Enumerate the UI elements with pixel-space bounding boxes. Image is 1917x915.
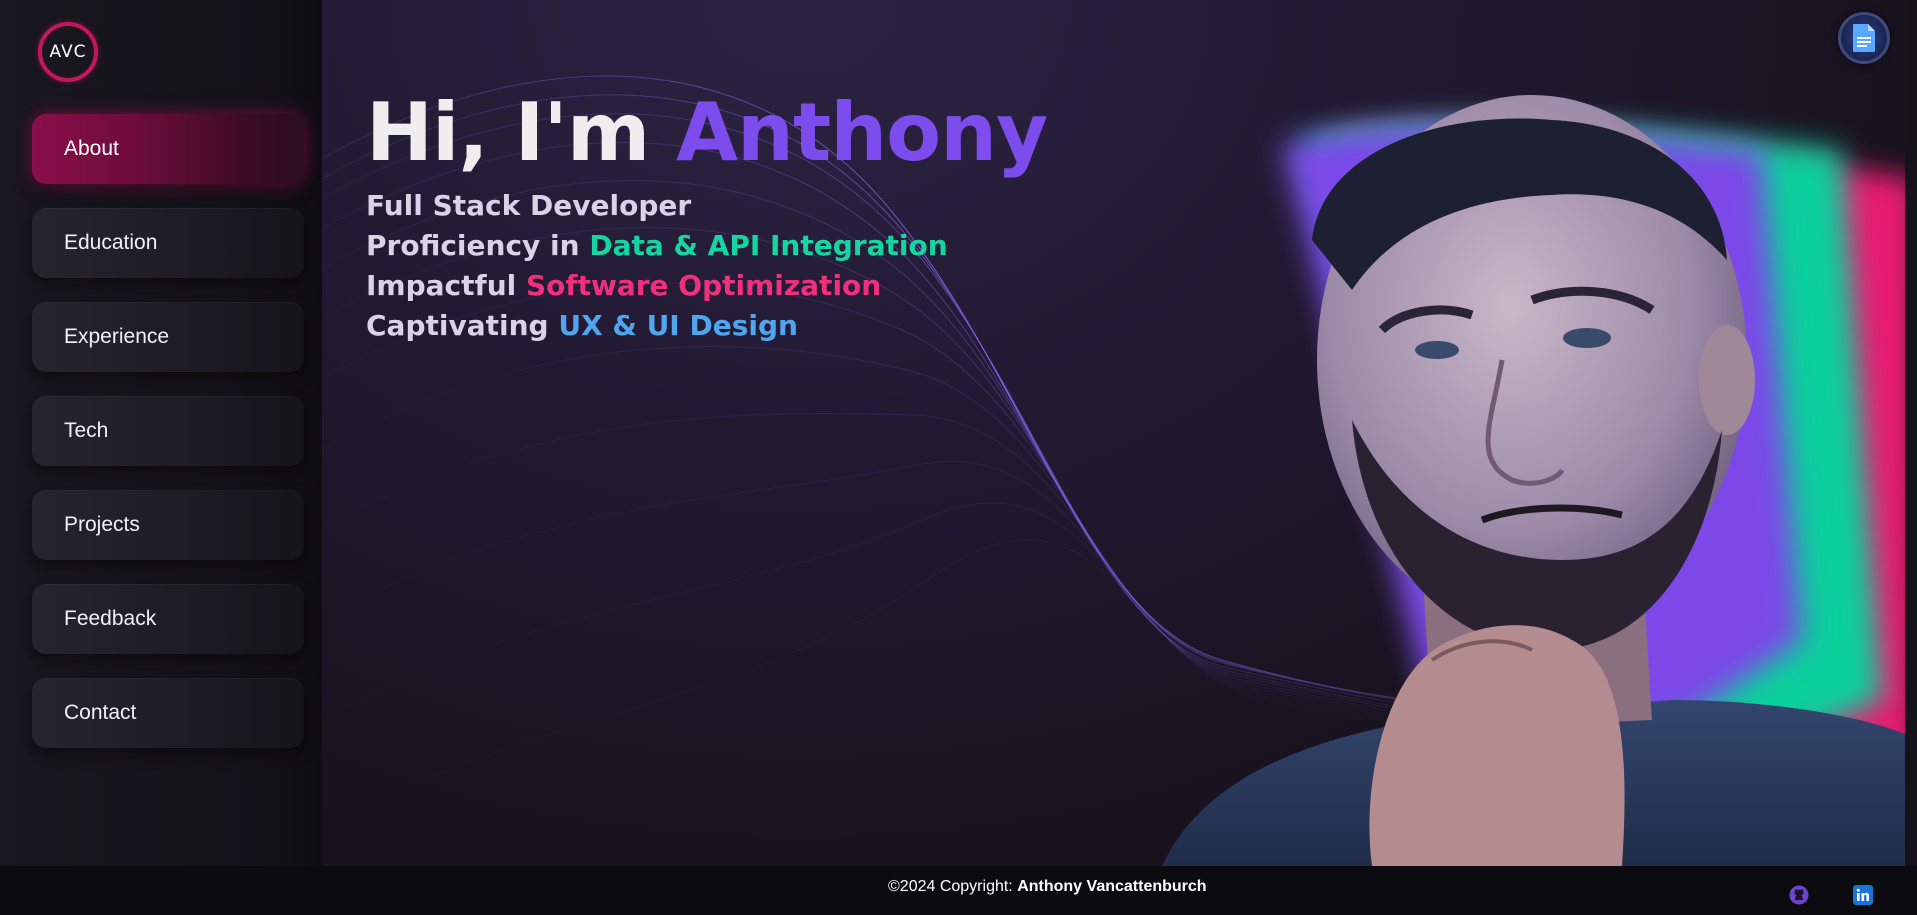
- tagline-1: Full Stack Developer: [366, 186, 948, 226]
- hero-tagline-list: Full Stack Developer Proficiency in Data…: [366, 186, 948, 346]
- nav-item-label: Feedback: [64, 607, 157, 630]
- hero-section: Hi, I'm Anthony Full Stack Developer Pro…: [322, 0, 1917, 866]
- copyright-prefix: ©2024 Copyright:: [888, 878, 1018, 895]
- nav-item-label: Experience: [64, 325, 170, 348]
- tagline-2: Proficiency in Data & API Integration: [366, 226, 948, 266]
- tagline-highlight: UX & UI Design: [558, 309, 798, 342]
- tagline-text: Captivating: [366, 309, 559, 342]
- copyright-text: ©2024 Copyright: Anthony Vancattenburch: [888, 878, 1207, 896]
- logo-text: AVC: [49, 41, 87, 62]
- tagline-text: Proficiency in: [366, 229, 590, 262]
- sidebar-nav: About Education Experience Tech Projects…: [32, 114, 304, 772]
- hero-name: Anthony: [676, 86, 1048, 179]
- linkedin-icon: [1853, 885, 1873, 905]
- tagline-highlight: Data & API Integration: [589, 229, 948, 262]
- nav-item-projects[interactable]: Projects: [32, 490, 304, 560]
- nav-item-label: Education: [64, 231, 158, 254]
- copyright-name: Anthony Vancattenburch: [1017, 878, 1207, 895]
- tagline-4: Captivating UX & UI Design: [366, 306, 948, 346]
- nav-item-label: Projects: [64, 513, 140, 536]
- sidebar: AVC About Education Experience Tech Proj…: [0, 0, 322, 866]
- github-link[interactable]: [1788, 884, 1810, 906]
- document-icon: [1853, 24, 1875, 52]
- hero-greeting: Hi, I'm: [366, 86, 677, 179]
- nav-item-tech[interactable]: Tech: [32, 396, 304, 466]
- linkedin-link[interactable]: [1852, 884, 1874, 906]
- nav-item-feedback[interactable]: Feedback: [32, 584, 304, 654]
- scrollbar[interactable]: [1905, 0, 1917, 866]
- nav-item-education[interactable]: Education: [32, 208, 304, 278]
- nav-item-about[interactable]: About: [32, 114, 304, 184]
- footer: ©2024 Copyright: Anthony Vancattenburch: [0, 866, 1917, 915]
- github-icon: [1789, 885, 1809, 905]
- nav-item-label: About: [64, 137, 119, 160]
- tagline-3: Impactful Software Optimization: [366, 266, 948, 306]
- logo[interactable]: AVC: [38, 22, 98, 82]
- resume-button[interactable]: [1838, 12, 1890, 64]
- nav-item-label: Contact: [64, 701, 137, 724]
- nav-item-label: Tech: [64, 419, 109, 442]
- tagline-text: Full Stack Developer: [366, 189, 692, 222]
- hero-heading: Hi, I'm Anthony: [366, 86, 1048, 179]
- tagline-text: Impactful: [366, 269, 526, 302]
- nav-item-contact[interactable]: Contact: [32, 678, 304, 748]
- nav-item-experience[interactable]: Experience: [32, 302, 304, 372]
- tagline-highlight: Software Optimization: [525, 269, 882, 302]
